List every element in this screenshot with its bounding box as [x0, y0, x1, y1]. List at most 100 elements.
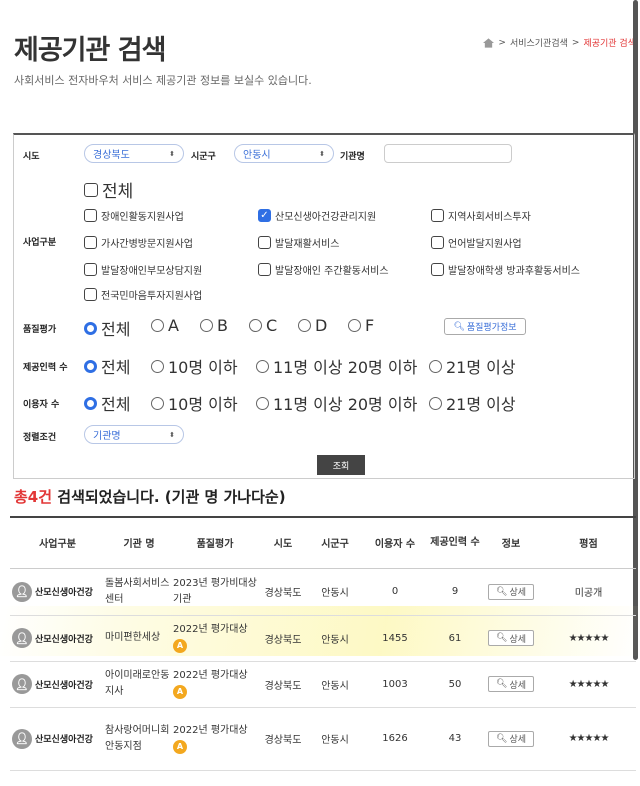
radio-label: 10명 이하	[168, 358, 238, 377]
breadcrumb-separator-icon: >	[571, 37, 580, 48]
grade-badge: A	[173, 639, 187, 653]
users-cell: 1626	[361, 707, 429, 771]
checkbox-box	[258, 263, 271, 276]
info-cell: 🔍︎ 상세	[481, 707, 541, 771]
org-name-cell[interactable]: 참사랑어머니회안동지점	[105, 707, 173, 771]
detail-label: 상세	[509, 634, 526, 645]
detail-button[interactable]: 🔍︎ 상세	[488, 630, 534, 646]
detail-button[interactable]: 🔍︎ 상세	[488, 730, 534, 747]
radio-label: 11명 이상 20명 이하	[273, 395, 418, 414]
quality-radio[interactable]: B	[200, 316, 228, 335]
sido-cell: 경상북도	[257, 568, 309, 616]
checkbox-label: 발달장애학생 방과후활동서비스	[448, 266, 580, 277]
search-filter-panel: 시도 경상북도 ⬍ 시군구 안동시 ⬍ 기관명 전체 사업구분 장애인활동지원사업 …	[13, 133, 635, 479]
quality-radio[interactable]: C	[249, 316, 277, 335]
table-row[interactable]: 👤︎ 산모신생아건강 참사랑어머니회안동지점 2022년 평가대상 A 경상북도 …	[10, 707, 636, 771]
org-name-input[interactable]	[384, 144, 512, 163]
business-checkbox[interactable]: ✓ 산모신생아건강관리지원	[258, 208, 376, 223]
staff-cell: 61	[429, 615, 481, 662]
home-icon[interactable]	[483, 37, 495, 48]
quality-cell: 2023년 평가비대상기관	[173, 568, 257, 616]
breadcrumb-item[interactable]: 서비스기관검색	[510, 36, 568, 49]
checkbox-box	[84, 263, 97, 276]
quality-cell: 2022년 평가대상 A	[173, 615, 257, 662]
quality-radio[interactable]: A	[151, 316, 179, 335]
quality-radio[interactable]: D	[298, 316, 327, 335]
radio-dot	[84, 321, 97, 335]
users-radio[interactable]: 10명 이하	[151, 391, 238, 415]
rating-stars: ★★★★★	[541, 707, 636, 771]
checkbox-box	[431, 209, 444, 222]
table-row[interactable]: 👤︎ 산모신생아건강 마미편한세상 2022년 평가대상 A 경상북도 안동시 1…	[10, 615, 636, 662]
sido-cell: 경상북도	[257, 707, 309, 771]
detail-button[interactable]: 🔍︎ 상세	[488, 583, 534, 600]
business-checkbox[interactable]: 언어발달지원사업	[431, 235, 522, 250]
checkbox-label: 발달장애인 주간활동서비스	[275, 266, 389, 277]
sigungu-select[interactable]: 안동시 ⬍	[234, 144, 334, 163]
staff-radio[interactable]: 전체	[84, 354, 130, 378]
org-name-cell[interactable]: 마미편한세상	[105, 615, 173, 662]
table-row[interactable]: 👤︎ 산모신생아건강 돌봄사회서비스센터 2023년 평가비대상기관 경상북도 안…	[10, 568, 636, 616]
staff-cell: 9	[429, 568, 481, 616]
sido-select[interactable]: 경상북도 ⬍	[84, 144, 184, 163]
quality-radio[interactable]: 전체	[84, 316, 130, 340]
staff-radio[interactable]: 11명 이상 20명 이하	[256, 354, 417, 378]
category-text: 산모신생아건강	[35, 634, 93, 645]
org-name-cell[interactable]: 아이미래로안동지사	[105, 661, 173, 708]
users-radio[interactable]: 11명 이상 20명 이하	[256, 391, 417, 415]
quality-info-button[interactable]: 🔍︎ 품질평가정보	[444, 318, 526, 335]
sido-label: 시도	[23, 152, 40, 162]
result-summary: 총4건 검색되었습니다. (기관 명 가나다순)	[14, 486, 286, 507]
radio-label: 전체	[101, 395, 131, 414]
column-header: 사업구분	[39, 539, 76, 551]
business-checkbox[interactable]: 지역사회서비스투자	[431, 208, 531, 223]
sigungu-select-value: 안동시	[243, 150, 271, 161]
business-checkbox[interactable]: 발달장애인 주간활동서비스	[258, 262, 389, 277]
radio-label: 10명 이하	[168, 395, 238, 414]
staff-cell: 50	[429, 661, 481, 708]
rating-cell: 미공개	[541, 568, 636, 616]
radio-label: 21명 이상	[446, 358, 516, 377]
sort-select-value: 기관명	[93, 431, 121, 442]
users-cell: 1003	[361, 661, 429, 708]
business-checkbox[interactable]: 발달장애인부모상담지원	[84, 262, 202, 277]
column-header: 시군구	[321, 539, 349, 551]
business-checkbox[interactable]: 발달장애학생 방과후활동서비스	[431, 262, 580, 277]
business-checkbox[interactable]: 가사간병방문지원사업	[84, 235, 193, 250]
users-radio[interactable]: 전체	[84, 391, 130, 415]
staff-radio[interactable]: 21명 이상	[429, 354, 516, 378]
org-name-cell[interactable]: 돌봄사회서비스센터	[105, 568, 173, 616]
radio-label: D	[315, 316, 328, 335]
checkbox-box	[84, 209, 97, 222]
result-count: 총4건	[14, 488, 53, 506]
category-cell: 👤︎ 산모신생아건강	[10, 568, 105, 616]
business-all-checkbox[interactable]: 전체	[84, 177, 133, 202]
detail-button[interactable]: 🔍︎ 상세	[488, 676, 534, 692]
staff-label: 제공인력 수	[23, 363, 68, 373]
radio-dot	[429, 396, 442, 410]
sort-select[interactable]: 기관명 ⬍	[84, 425, 184, 444]
result-summary-text: 검색되었습니다. (기관 명 가나다순)	[52, 488, 286, 506]
checkbox-box	[84, 182, 98, 197]
sort-label: 정렬조건	[23, 433, 57, 443]
users-radio[interactable]: 21명 이상	[429, 391, 516, 415]
breadcrumb-separator-icon: >	[498, 37, 506, 48]
search-button[interactable]: 조회	[317, 455, 365, 475]
table-row[interactable]: 👤︎ 산모신생아건강 아이미래로안동지사 2022년 평가대상 A 경상북도 안동…	[10, 661, 636, 708]
staff-radio[interactable]: 10명 이하	[151, 354, 238, 378]
business-checkbox[interactable]: 장애인활동지원사업	[84, 208, 184, 223]
radio-dot	[348, 319, 361, 332]
rating-stars: ★★★★★	[541, 661, 636, 708]
radio-dot	[429, 359, 442, 373]
detail-label: 상세	[509, 735, 526, 745]
business-checkbox[interactable]: 발달재활서비스	[258, 235, 339, 250]
column-header: 시도	[273, 539, 293, 551]
category-text: 산모신생아건강	[35, 680, 93, 691]
sigungu-cell: 안동시	[309, 707, 361, 771]
quality-text: 2022년 평가대상	[173, 670, 248, 681]
radio-label: 11명 이상 20명 이하	[273, 358, 418, 377]
radio-dot	[249, 319, 262, 332]
business-checkbox[interactable]: 전국민마음투자지원사업	[84, 287, 202, 302]
quality-radio[interactable]: F	[348, 316, 374, 335]
business-label: 사업구분	[23, 238, 57, 248]
